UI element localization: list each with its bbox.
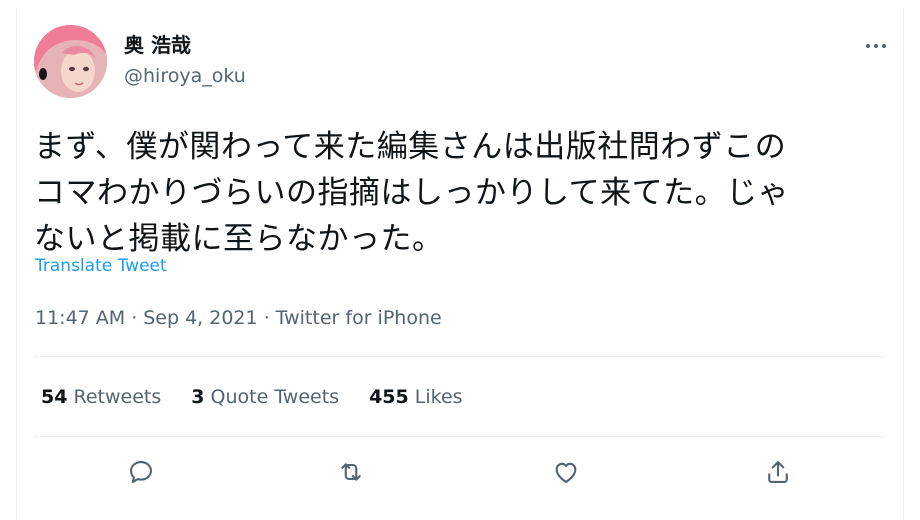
likes-stat[interactable]: 455 Likes — [369, 384, 463, 410]
likes-count: 455 — [369, 386, 409, 408]
quote-tweets-count: 3 — [191, 386, 205, 408]
tweet-source[interactable]: Twitter for iPhone — [276, 307, 442, 329]
tweet-time[interactable]: 11:47 AM — [35, 307, 125, 329]
tweet-text-line: コマわかりづらいの指摘はしっかりして来てた。じゃ — [34, 175, 790, 211]
translate-tweet-link[interactable]: Translate Tweet — [35, 256, 167, 276]
quote-tweets-stat[interactable]: 3 Quote Tweets — [191, 384, 339, 410]
tweet-text-line: まず、僕が関わって来た編集さんは出版社問わずこの — [34, 129, 787, 165]
divider — [34, 356, 884, 357]
more-dot — [866, 44, 870, 48]
quote-tweets-label: Quote Tweets — [210, 386, 340, 408]
display-name[interactable]: 奥 浩哉 — [124, 32, 191, 58]
heart-icon[interactable] — [548, 454, 584, 490]
tweet-stats: 54 Retweets 3 Quote Tweets 455 Likes — [41, 384, 463, 410]
username[interactable]: @hiroya_oku — [124, 64, 246, 88]
share-icon[interactable] — [760, 454, 796, 490]
retweets-stat[interactable]: 54 Retweets — [41, 384, 161, 410]
retweet-icon[interactable] — [333, 454, 369, 490]
more-options-icon[interactable] — [862, 34, 890, 58]
meta-separator: · — [263, 307, 270, 329]
more-dot — [874, 44, 878, 48]
tweet-text: まず、僕が関わって来た編集さんは出版社問わずこの コマわかりづらいの指摘はしっか… — [34, 124, 884, 262]
avatar-image — [34, 25, 107, 98]
retweets-count: 54 — [41, 386, 68, 408]
retweets-label: Retweets — [73, 386, 162, 408]
reply-icon[interactable] — [123, 454, 159, 490]
likes-label: Likes — [414, 386, 463, 408]
meta-separator: · — [131, 307, 138, 329]
avatar[interactable] — [34, 25, 107, 98]
more-dot — [882, 44, 886, 48]
tweet-meta: 11:47 AM · Sep 4, 2021 · Twitter for iPhone — [35, 306, 442, 330]
divider — [34, 436, 884, 437]
tweet-date[interactable]: Sep 4, 2021 — [143, 307, 257, 329]
tweet-actions — [0, 454, 920, 490]
